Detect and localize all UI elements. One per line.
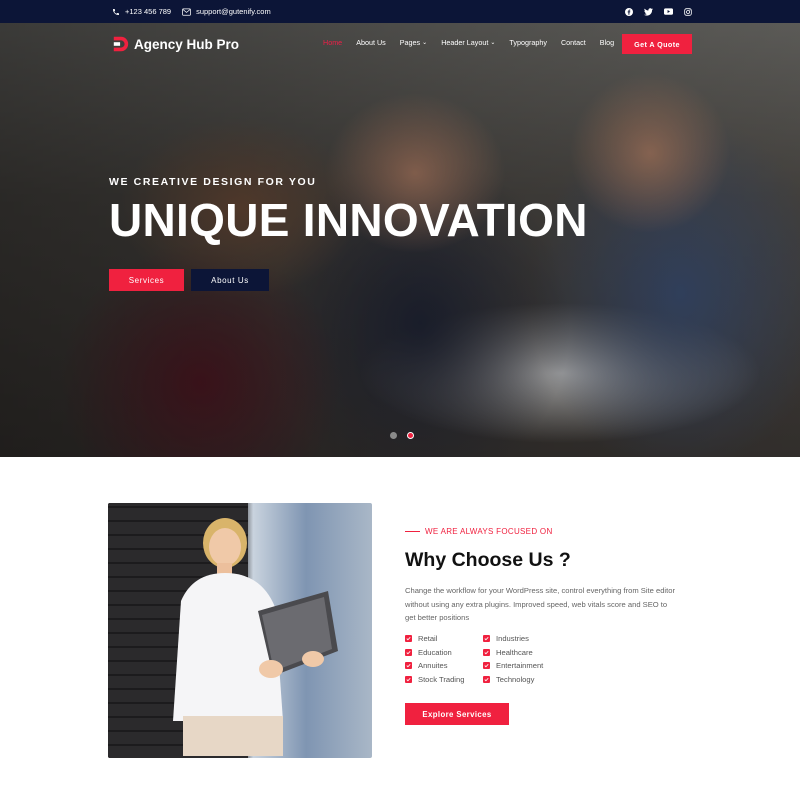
checkbox-checked-icon	[405, 648, 412, 656]
feature-label: Entertainment	[496, 661, 544, 670]
feature-list: Retail Industries Education Healthcare A…	[405, 634, 563, 684]
feature-label: Annuites	[418, 661, 448, 670]
email-address: support@gutenify.com	[196, 7, 271, 16]
checkbox-checked-icon	[405, 635, 412, 642]
phone-number: +123 456 789	[125, 7, 172, 16]
facebook-icon[interactable]	[625, 7, 633, 16]
checkbox-checked-icon	[405, 675, 412, 683]
chevron-down-icon: ⌄	[422, 40, 428, 46]
business-woman-photo	[108, 503, 372, 758]
why-description: Change the workflow for your WordPress s…	[405, 586, 675, 622]
feature-label: Retail	[418, 634, 438, 643]
nav-item-home[interactable]: Home	[323, 38, 342, 47]
nav-label: Typography	[509, 38, 547, 47]
social-links	[625, 0, 692, 23]
feature-item: Healthcare	[483, 648, 563, 657]
main-navigation: Agency Hub Pro Home About Us Pages ⌄ Head…	[0, 23, 800, 65]
get-a-quote-button[interactable]: Get A Quote	[622, 34, 692, 54]
brand-logo[interactable]: Agency Hub Pro	[112, 35, 239, 53]
top-bar: +123 456 789 support@gutenify.com	[0, 0, 800, 23]
feature-item: Education	[405, 648, 483, 657]
checkbox-checked-icon	[483, 662, 490, 669]
feature-label: Education	[418, 647, 452, 657]
nav-item-blog[interactable]: Blog	[600, 38, 614, 47]
hero-buttons: Services About Us	[109, 269, 269, 291]
youtube-icon[interactable]	[664, 8, 673, 15]
feature-label: Technology	[496, 674, 535, 684]
explore-services-button[interactable]: Explore Services	[405, 703, 509, 725]
brand-name: Agency Hub Pro	[134, 36, 240, 52]
feature-label: Healthcare	[496, 647, 533, 657]
slide-dot-1[interactable]	[390, 432, 397, 439]
about-us-button[interactable]: About Us	[191, 269, 269, 291]
checkbox-checked-icon	[483, 648, 490, 656]
nav-label: Contact	[560, 38, 586, 47]
nav-item-pages[interactable]: Pages ⌄	[400, 38, 427, 47]
feature-item: Retail	[405, 634, 483, 643]
services-button[interactable]: Services	[109, 269, 184, 291]
envelope-icon	[182, 7, 191, 16]
instagram-icon[interactable]	[684, 7, 692, 16]
nav-label: Blog	[599, 38, 615, 47]
slider-pagination	[390, 432, 414, 439]
woman-with-tablet-illustration	[173, 518, 338, 756]
nav-item-about-us[interactable]: About Us	[356, 38, 386, 47]
checkbox-checked-icon	[405, 662, 412, 669]
slide-dot-2[interactable]	[407, 432, 414, 439]
phone-link[interactable]: +123 456 789	[112, 7, 171, 16]
nav-label: Header Layout	[441, 38, 489, 47]
nav-label: Pages	[399, 38, 421, 47]
section-kicker: WE ARE ALWAYS FOCUSED ON	[405, 527, 553, 536]
nav-item-typography[interactable]: Typography	[509, 38, 547, 47]
feature-item: Stock Trading	[405, 675, 483, 684]
hero-section: Agency Hub Pro Home About Us Pages ⌄ Head…	[0, 23, 800, 457]
feature-item: Technology	[483, 675, 563, 684]
twitter-icon[interactable]	[644, 7, 653, 16]
hero-headline: UNIQUE INNOVATION	[109, 194, 588, 246]
phone-icon	[112, 8, 120, 16]
nav-item-header-layout[interactable]: Header Layout ⌄	[441, 38, 495, 47]
feature-label: Stock Trading	[418, 674, 465, 684]
chevron-down-icon: ⌄	[490, 40, 496, 46]
feature-item: Industries	[483, 634, 563, 643]
kicker-line	[405, 530, 420, 533]
kicker-text: WE ARE ALWAYS FOCUSED ON	[425, 527, 553, 536]
why-title: Why Choose Us ?	[405, 549, 571, 571]
nav-label: About Us	[356, 38, 386, 47]
why-kicker: WE ARE ALWAYS FOCUSED ON	[405, 527, 553, 536]
nav-label: Home	[323, 38, 343, 47]
checkbox-checked-icon	[483, 675, 490, 683]
brand-mark-icon	[113, 36, 129, 52]
hero-eyebrow: WE CREATIVE DESIGN FOR YOU	[109, 176, 316, 188]
checkbox-checked-icon	[483, 635, 490, 642]
contact-info: +123 456 789 support@gutenify.com	[112, 0, 271, 23]
hero-eyebrow-text: WE CREATIVE DESIGN FOR YOU	[109, 176, 317, 188]
nav-item-contact[interactable]: Contact	[561, 38, 586, 47]
feature-label: Industries	[496, 634, 529, 643]
feature-item: Entertainment	[483, 661, 563, 670]
feature-item: Annuites	[405, 661, 483, 670]
nav-menu: Home About Us Pages ⌄ Header Layout ⌄ Typo…	[323, 38, 614, 47]
email-link[interactable]: support@gutenify.com	[182, 7, 271, 16]
